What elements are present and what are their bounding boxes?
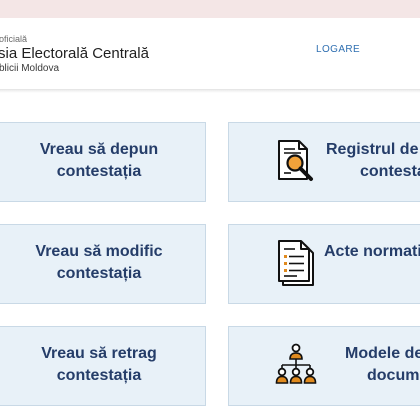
card-modify-contestation[interactable]: Vreau să modific contestația — [0, 224, 206, 304]
site-header: oficială sia Electorală Centrală blicii … — [0, 18, 420, 90]
document-search-icon — [278, 140, 313, 181]
login-link[interactable]: LOGARE — [316, 44, 360, 55]
card-label-line1: Vreau să depun — [39, 141, 159, 158]
card-label: Vreau să depun contestația — [0, 139, 207, 183]
card-label-line1: Vreau să retrag — [41, 345, 157, 362]
card-label-line1: Acte normativ — [324, 243, 420, 260]
card-label-line1: Vreau să modific — [35, 243, 163, 260]
card-label-line1: Modele de — [345, 345, 420, 362]
org-name[interactable]: sia Electorală Centrală — [0, 45, 149, 62]
card-label: Modele de docume — [345, 343, 420, 387]
card-normative-acts[interactable]: Acte normativ — [228, 224, 420, 304]
card-withdraw-contestation[interactable]: Vreau să retrag contestația — [0, 326, 206, 406]
card-registry[interactable]: Registrul de e contesta — [228, 122, 420, 202]
org-tagline: oficială — [0, 34, 28, 44]
card-label: Acte normativ — [324, 241, 420, 263]
card-label-line2: contestația — [56, 265, 142, 282]
card-label: Registrul de e contesta — [326, 139, 420, 183]
card-label-line2: contestația — [56, 163, 142, 180]
card-label-line1: Registrul de e — [326, 141, 420, 158]
org-country: blicii Moldova — [0, 63, 60, 74]
header-shadow — [0, 89, 420, 93]
card-document-templates[interactable]: Modele de docume — [228, 326, 420, 406]
hierarchy-people-icon — [275, 343, 317, 384]
document-list-icon — [278, 240, 314, 286]
card-label-line2: contesta — [360, 163, 420, 180]
card-label-line2: docume — [367, 367, 420, 384]
top-banner-strip — [0, 0, 420, 18]
card-label: Vreau să retrag contestația — [0, 343, 207, 387]
card-label: Vreau să modific contestația — [0, 241, 207, 285]
card-submit-contestation[interactable]: Vreau să depun contestația — [0, 122, 206, 202]
card-label-line2: contestația — [56, 367, 142, 384]
